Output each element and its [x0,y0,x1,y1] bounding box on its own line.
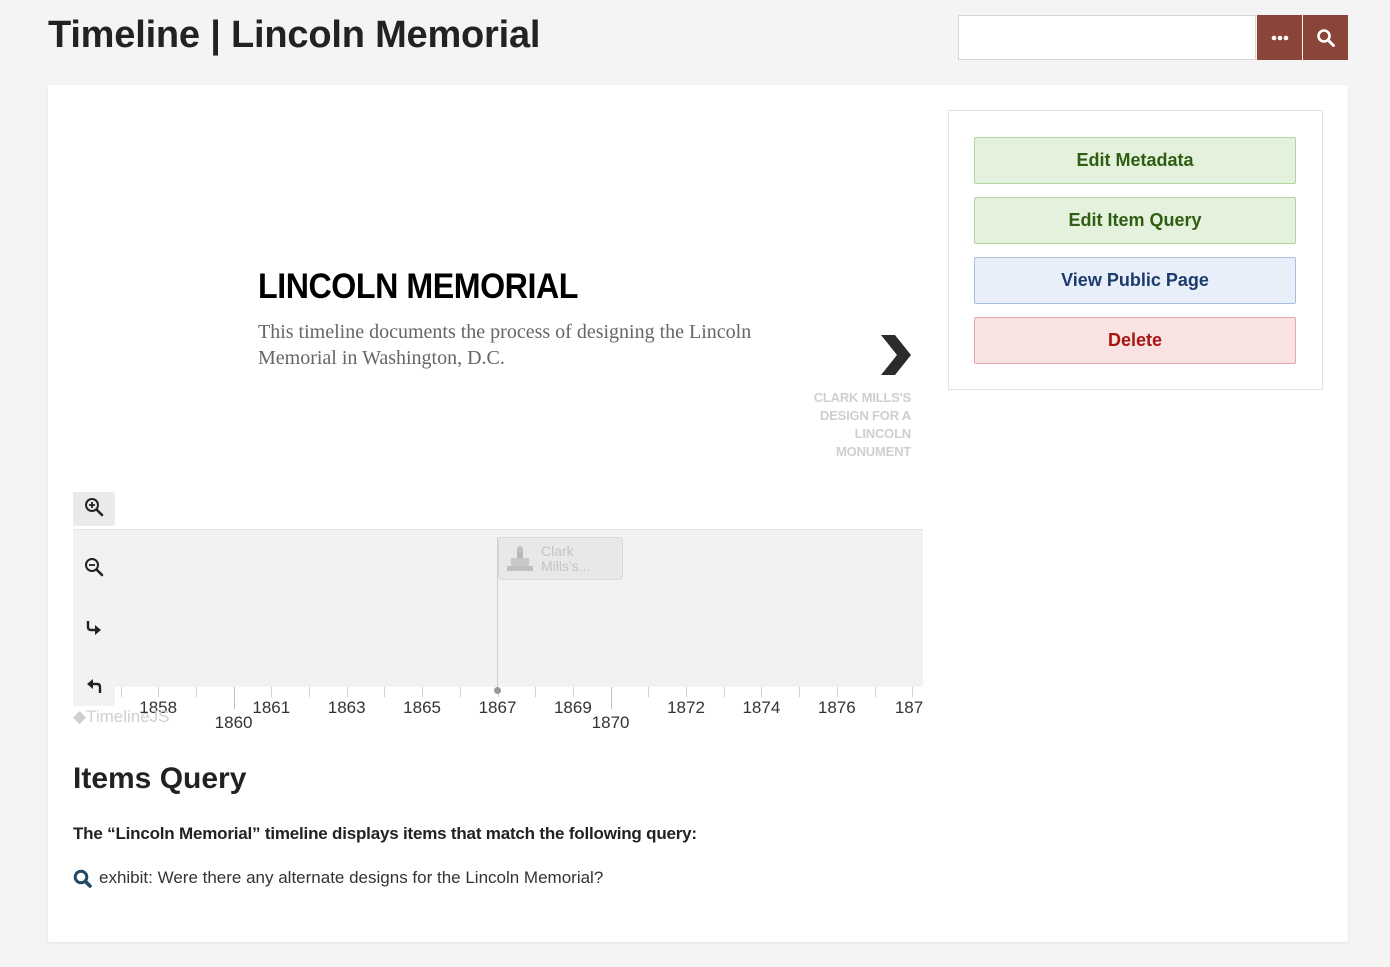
axis-label: 1860 [214,713,253,732]
timeline-headline: LINCOLN MEMORIAL [258,267,578,306]
back-arrow-icon [85,678,103,701]
axis-tick [384,687,386,697]
axis-tick [799,687,801,697]
axis-tick [761,687,763,697]
axis-tick [195,687,197,697]
axis-label: 187 [894,698,923,717]
axis-tick [648,687,650,697]
axis-label: 1872 [667,698,705,717]
axis-tick [535,687,537,697]
axis-label: 1870 [591,713,630,732]
items-query-heading: Items Query [73,762,247,795]
axis-tick [309,687,310,697]
delete-button[interactable]: Delete [974,317,1296,364]
axis-tick [572,687,574,697]
search-form [958,15,1348,60]
next-slide-label[interactable]: CLARK MILLS'S DESIGN FOR A LINCOLN MONUM… [795,389,911,461]
axis-tick [836,687,838,697]
axis-tick [912,687,914,697]
timeline-embed: LINCOLN MEMORIAL This timeline documents… [73,107,923,752]
axis-tick [120,687,122,697]
search-submit-button[interactable] [1303,15,1348,60]
credit-label: TimelineJS [86,707,170,726]
axis-label: 1861 [252,698,291,717]
forward-button[interactable] [73,612,115,646]
axis-label: 1867 [478,698,517,717]
edit-item-query-button[interactable]: Edit Item Query [974,197,1296,244]
content-panel: LINCOLN MEMORIAL This timeline documents… [48,85,1348,942]
axis-major-tick [610,687,612,709]
timeline-event-marker[interactable]: Clark Mills's... [498,537,623,580]
view-public-page-button[interactable]: View Public Page [974,257,1296,304]
zoom-out-button[interactable] [73,552,115,586]
ellipsis-icon [1271,35,1289,41]
search-input[interactable] [958,15,1256,60]
chevron-right-icon [878,335,914,382]
zoom-out-icon [84,557,104,582]
items-query-description: The “Lincoln Memorial” timeline displays… [73,824,697,843]
axis-tick [459,687,461,697]
actions-panel: Edit Metadata Edit Item Query View Publi… [948,110,1323,390]
axis-tick [723,687,725,697]
search-options-button[interactable] [1257,15,1302,60]
axis-major-tick [233,687,235,709]
timeline-axis: 1858 1860 1861 1863 1865 1867 1869 1870 1872 1874… [73,687,923,752]
axis-label: 1863 [327,698,366,717]
back-button[interactable] [73,672,115,706]
axis-tick [271,687,273,697]
axis-event-dot [494,687,501,694]
query-item: exhibit: Were there any alternate design… [73,868,603,888]
axis-label: 1865 [403,698,442,717]
zoom-in-button[interactable] [73,492,115,526]
forward-arrow-icon [85,618,103,641]
magnifier-icon [73,869,92,888]
axis-tick [874,687,876,697]
event-marker-label: Clark Mills's... [541,543,591,574]
page-title: Timeline | Lincoln Memorial [48,14,541,56]
axis-tick [346,687,348,697]
axis-label: 1874 [742,698,781,717]
axis-tick [158,687,160,697]
axis-label: 1876 [817,698,856,717]
next-slide-button[interactable] [878,332,914,378]
axis-label: 1869 [553,698,592,717]
timeline-intro-text: This timeline documents the process of d… [258,321,752,369]
search-icon [1316,28,1336,48]
edit-metadata-button[interactable]: Edit Metadata [974,137,1296,184]
query-text: exhibit: Were there any alternate design… [99,868,604,887]
zoom-in-icon [84,497,104,522]
timelinejs-credit[interactable]: ◆TimelineJS [73,707,170,727]
axis-tick [422,687,424,697]
monument-thumbnail-icon [505,544,535,574]
axis-tick [686,687,687,697]
